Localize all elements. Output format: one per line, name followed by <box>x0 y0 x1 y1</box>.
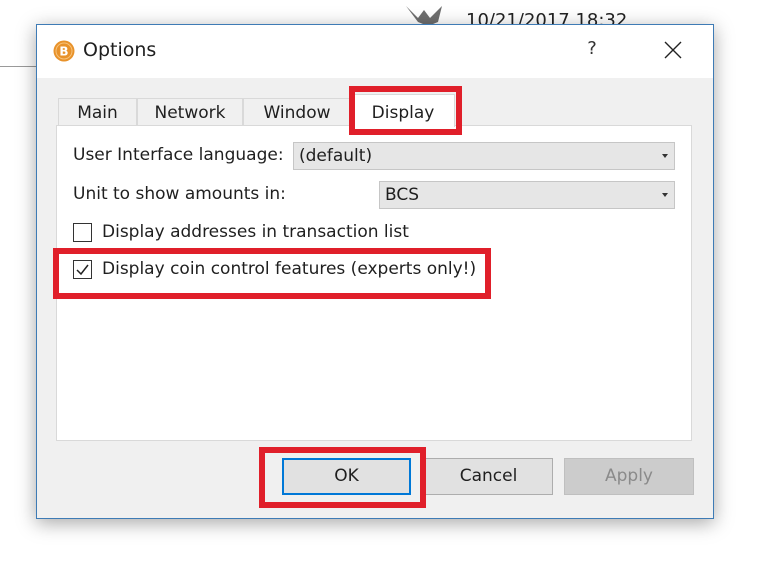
unit-select[interactable]: BCS <box>379 181 675 209</box>
coin-control-label: Display coin control features (experts o… <box>102 259 477 279</box>
coin-control-checkbox[interactable] <box>73 260 92 279</box>
tab-window[interactable]: Window <box>243 98 351 126</box>
cancel-button[interactable]: Cancel <box>424 458 553 495</box>
svg-text:B: B <box>59 45 68 59</box>
dialog-body: Main Network Window Display User Interfa… <box>37 78 713 518</box>
help-button[interactable]: ? <box>585 38 599 62</box>
tab-display[interactable]: Display <box>351 94 455 127</box>
bitcoin-logo-icon: B <box>53 40 75 62</box>
apply-button[interactable]: Apply <box>564 458 694 495</box>
chevron-down-icon <box>662 193 668 197</box>
unit-label: Unit to show amounts in: <box>73 184 286 204</box>
language-label: User Interface language: <box>73 145 284 165</box>
options-dialog: B Options ? Main Network Window Display … <box>36 24 714 519</box>
language-select-value: (default) <box>299 146 373 166</box>
display-addresses-label: Display addresses in transaction list <box>102 222 409 242</box>
background-logo-icon <box>406 6 442 26</box>
unit-select-value: BCS <box>385 185 420 205</box>
close-icon[interactable] <box>661 38 685 62</box>
background-divider <box>0 66 36 67</box>
dialog-title: Options <box>83 39 157 61</box>
tab-network[interactable]: Network <box>137 98 243 126</box>
language-select[interactable]: (default) <box>293 142 675 170</box>
checkmark-icon <box>76 264 89 276</box>
display-tab-panel: User Interface language: (default) Unit … <box>56 125 692 441</box>
chevron-down-icon <box>662 154 668 158</box>
display-addresses-checkbox[interactable] <box>73 223 92 242</box>
ok-button[interactable]: OK <box>282 458 411 495</box>
title-bar[interactable]: B Options ? <box>37 25 713 78</box>
background-datetime: 10/21/2017 18:32 <box>466 11 628 25</box>
tab-main[interactable]: Main <box>58 98 137 126</box>
